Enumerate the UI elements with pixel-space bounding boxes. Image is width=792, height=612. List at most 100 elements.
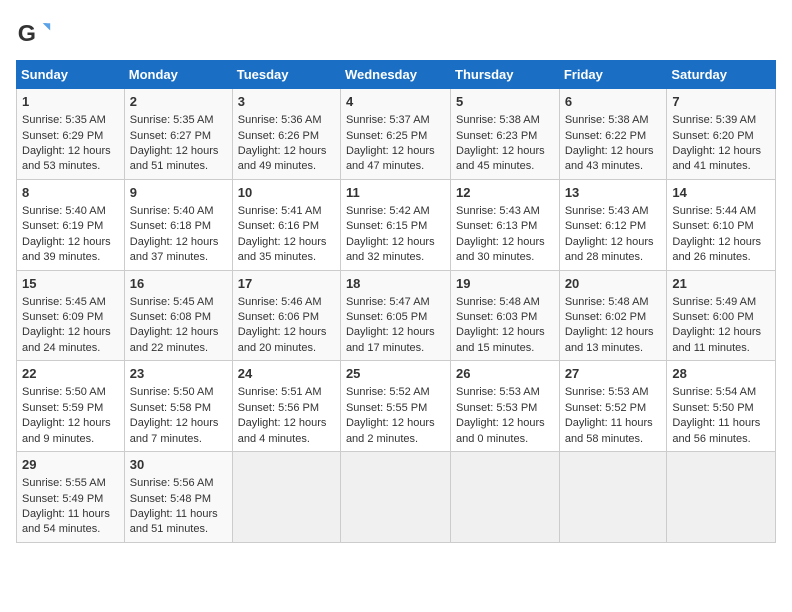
- sunrise-text: Sunrise: 5:51 AM: [238, 386, 322, 398]
- daylight-text: Daylight: 12 hours and 49 minutes.: [238, 145, 327, 172]
- daylight-text: Daylight: 12 hours and 28 minutes.: [565, 236, 654, 263]
- sunset-text: Sunset: 6:22 PM: [565, 130, 646, 142]
- daylight-text: Daylight: 12 hours and 41 minutes.: [672, 145, 761, 172]
- sunrise-text: Sunrise: 5:49 AM: [672, 296, 756, 308]
- daylight-text: Daylight: 12 hours and 9 minutes.: [22, 417, 111, 444]
- day-number: 6: [565, 93, 662, 111]
- sunrise-text: Sunrise: 5:55 AM: [22, 477, 106, 489]
- daylight-text: Daylight: 12 hours and 35 minutes.: [238, 236, 327, 263]
- sunrise-text: Sunrise: 5:41 AM: [238, 205, 322, 217]
- sunrise-text: Sunrise: 5:38 AM: [456, 114, 540, 126]
- sunrise-text: Sunrise: 5:45 AM: [22, 296, 106, 308]
- sunrise-text: Sunrise: 5:50 AM: [22, 386, 106, 398]
- day-number: 23: [130, 365, 227, 383]
- calendar-cell: 15Sunrise: 5:45 AMSunset: 6:09 PMDayligh…: [17, 270, 125, 361]
- calendar-cell: 2Sunrise: 5:35 AMSunset: 6:27 PMDaylight…: [124, 89, 232, 180]
- calendar-cell: [232, 452, 340, 543]
- day-number: 24: [238, 365, 335, 383]
- day-header-tuesday: Tuesday: [232, 61, 340, 89]
- sunset-text: Sunset: 6:05 PM: [346, 311, 427, 323]
- calendar-cell: 7Sunrise: 5:39 AMSunset: 6:20 PMDaylight…: [667, 89, 776, 180]
- sunrise-text: Sunrise: 5:36 AM: [238, 114, 322, 126]
- sunrise-text: Sunrise: 5:56 AM: [130, 477, 214, 489]
- sunset-text: Sunset: 6:03 PM: [456, 311, 537, 323]
- day-number: 30: [130, 456, 227, 474]
- sunset-text: Sunset: 6:18 PM: [130, 220, 211, 232]
- sunset-text: Sunset: 6:26 PM: [238, 130, 319, 142]
- sunset-text: Sunset: 6:00 PM: [672, 311, 753, 323]
- day-number: 7: [672, 93, 770, 111]
- calendar-cell: 8Sunrise: 5:40 AMSunset: 6:19 PMDaylight…: [17, 179, 125, 270]
- calendar-cell: 24Sunrise: 5:51 AMSunset: 5:56 PMDayligh…: [232, 361, 340, 452]
- calendar-cell: 20Sunrise: 5:48 AMSunset: 6:02 PMDayligh…: [559, 270, 667, 361]
- day-number: 25: [346, 365, 445, 383]
- daylight-text: Daylight: 12 hours and 37 minutes.: [130, 236, 219, 263]
- sunset-text: Sunset: 6:23 PM: [456, 130, 537, 142]
- day-number: 13: [565, 184, 662, 202]
- daylight-text: Daylight: 12 hours and 53 minutes.: [22, 145, 111, 172]
- daylight-text: Daylight: 12 hours and 0 minutes.: [456, 417, 545, 444]
- calendar-cell: 14Sunrise: 5:44 AMSunset: 6:10 PMDayligh…: [667, 179, 776, 270]
- calendar-cell: 17Sunrise: 5:46 AMSunset: 6:06 PMDayligh…: [232, 270, 340, 361]
- day-number: 21: [672, 275, 770, 293]
- calendar-cell: 9 Sunrise: 5:40 AM Sunset: 6:18 PM Daylight…: [124, 179, 232, 270]
- sunset-text: Sunset: 6:08 PM: [130, 311, 211, 323]
- calendar-cell: 28Sunrise: 5:54 AMSunset: 5:50 PMDayligh…: [667, 361, 776, 452]
- sunrise-text: Sunrise: 5:40 AM: [130, 205, 214, 217]
- daylight-text: Daylight: 12 hours and 51 minutes.: [130, 145, 219, 172]
- calendar-cell: 11Sunrise: 5:42 AMSunset: 6:15 PMDayligh…: [340, 179, 450, 270]
- calendar-cell: 6 Sunrise: 5:38 AM Sunset: 6:22 PM Daylight…: [559, 89, 667, 180]
- day-number: 12: [456, 184, 554, 202]
- calendar-cell: 27Sunrise: 5:53 AMSunset: 5:52 PMDayligh…: [559, 361, 667, 452]
- daylight-text: Daylight: 11 hours and 51 minutes.: [130, 508, 218, 535]
- daylight-text: Daylight: 12 hours and 47 minutes.: [346, 145, 435, 172]
- day-header-friday: Friday: [559, 61, 667, 89]
- sunset-text: Sunset: 5:48 PM: [130, 493, 211, 505]
- daylight-text: Daylight: 11 hours and 54 minutes.: [22, 508, 110, 535]
- sunset-text: Sunset: 6:20 PM: [672, 130, 753, 142]
- sunset-text: Sunset: 6:02 PM: [565, 311, 646, 323]
- sunset-text: Sunset: 5:49 PM: [22, 493, 103, 505]
- calendar-cell: [451, 452, 560, 543]
- day-number: 9: [130, 184, 227, 202]
- calendar-cell: 29Sunrise: 5:55 AMSunset: 5:49 PMDayligh…: [17, 452, 125, 543]
- day-number: 16: [130, 275, 227, 293]
- sunset-text: Sunset: 5:56 PM: [238, 402, 319, 414]
- sunset-text: Sunset: 6:13 PM: [456, 220, 537, 232]
- sunset-text: Sunset: 5:58 PM: [130, 402, 211, 414]
- sunrise-text: Sunrise: 5:48 AM: [565, 296, 649, 308]
- day-number: 19: [456, 275, 554, 293]
- calendar-header-row: SundayMondayTuesdayWednesdayThursdayFrid…: [17, 61, 776, 89]
- calendar-cell: 4Sunrise: 5:37 AMSunset: 6:25 PMDaylight…: [340, 89, 450, 180]
- daylight-text: Daylight: 12 hours and 43 minutes.: [565, 145, 654, 172]
- sunrise-text: Sunrise: 5:52 AM: [346, 386, 430, 398]
- daylight-text: Daylight: 12 hours and 45 minutes.: [456, 145, 545, 172]
- sunset-text: Sunset: 5:55 PM: [346, 402, 427, 414]
- sunrise-text: Sunrise: 5:42 AM: [346, 205, 430, 217]
- calendar-cell: 18Sunrise: 5:47 AMSunset: 6:05 PMDayligh…: [340, 270, 450, 361]
- sunrise-text: Sunrise: 5:35 AM: [22, 114, 106, 126]
- sunset-text: Sunset: 6:10 PM: [672, 220, 753, 232]
- page-header: G: [16, 16, 776, 52]
- sunset-text: Sunset: 6:06 PM: [238, 311, 319, 323]
- day-number: 5: [456, 93, 554, 111]
- calendar-cell: 3Sunrise: 5:36 AMSunset: 6:26 PMDaylight…: [232, 89, 340, 180]
- sunrise-text: Sunrise: 5:38 AM: [565, 114, 649, 126]
- daylight-text: Daylight: 12 hours and 30 minutes.: [456, 236, 545, 263]
- sunrise-text: Sunrise: 5:48 AM: [456, 296, 540, 308]
- calendar-cell: 12Sunrise: 5:43 AMSunset: 6:13 PMDayligh…: [451, 179, 560, 270]
- sunset-text: Sunset: 6:29 PM: [22, 130, 103, 142]
- sunrise-text: Sunrise: 5:53 AM: [456, 386, 540, 398]
- logo: G: [16, 16, 54, 52]
- day-number: 2: [130, 93, 227, 111]
- sunrise-text: Sunrise: 5:44 AM: [672, 205, 756, 217]
- day-number: 10: [238, 184, 335, 202]
- sunrise-text: Sunrise: 5:54 AM: [672, 386, 756, 398]
- day-number: 18: [346, 275, 445, 293]
- sunset-text: Sunset: 6:09 PM: [22, 311, 103, 323]
- day-header-saturday: Saturday: [667, 61, 776, 89]
- calendar-cell: 25Sunrise: 5:52 AMSunset: 5:55 PMDayligh…: [340, 361, 450, 452]
- sunset-text: Sunset: 6:12 PM: [565, 220, 646, 232]
- calendar-cell: 13Sunrise: 5:43 AMSunset: 6:12 PMDayligh…: [559, 179, 667, 270]
- sunset-text: Sunset: 5:59 PM: [22, 402, 103, 414]
